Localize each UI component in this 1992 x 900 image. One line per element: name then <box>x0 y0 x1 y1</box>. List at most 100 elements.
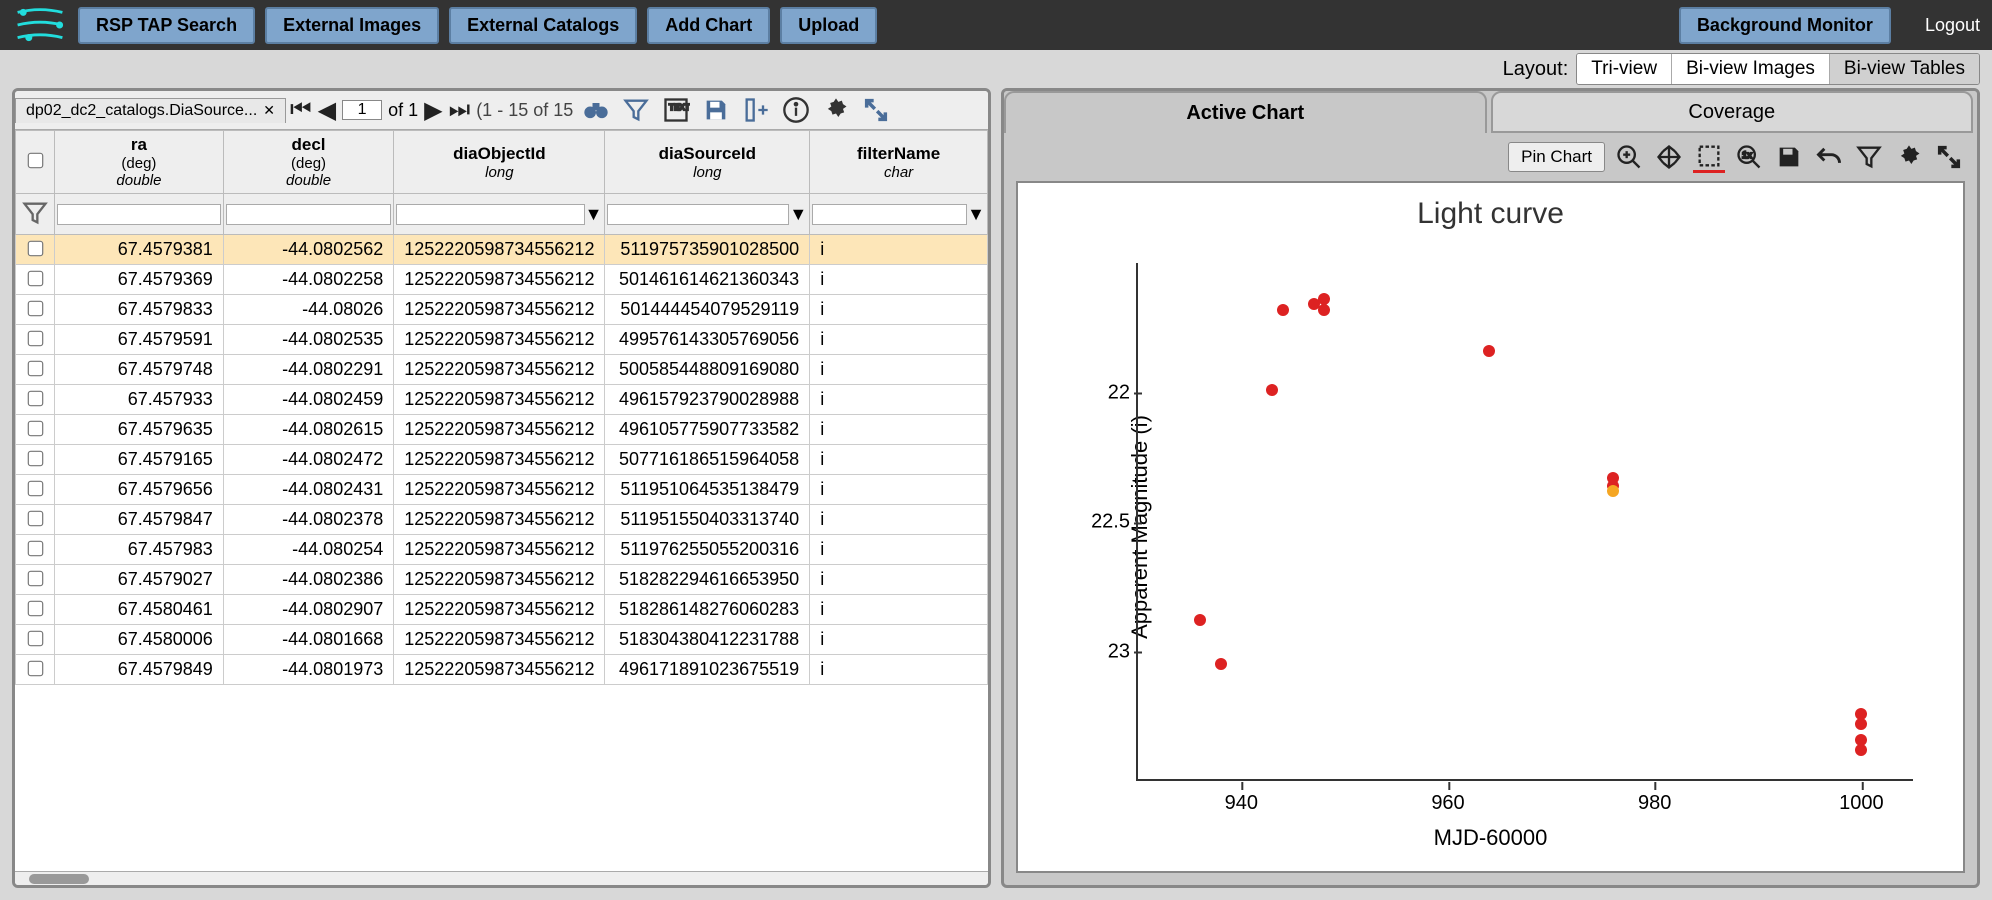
settings-icon[interactable] <box>819 93 853 127</box>
row-checkbox[interactable] <box>27 661 43 677</box>
tap-search-button[interactable]: RSP TAP Search <box>78 7 255 44</box>
row-checkbox[interactable] <box>27 391 43 407</box>
page-input[interactable] <box>342 100 382 120</box>
table-row[interactable]: 67.4579591 -44.0802535 12522205987345562… <box>16 325 988 355</box>
filter-decl[interactable] <box>226 204 391 225</box>
filter-ra[interactable] <box>57 204 221 225</box>
chart-settings-icon[interactable] <box>1893 141 1925 173</box>
table-row[interactable]: 67.457983 -44.080254 1252220598734556212… <box>16 535 988 565</box>
table-row[interactable]: 67.4580006 -44.0801668 12522205987345562… <box>16 625 988 655</box>
prev-page-icon[interactable]: ◀ <box>318 96 336 125</box>
data-point[interactable] <box>1855 744 1867 756</box>
chevron-down-icon[interactable]: ▼ <box>585 204 603 225</box>
table-row[interactable]: 67.457933 -44.0802459 125222059873455621… <box>16 385 988 415</box>
row-checkbox[interactable] <box>27 451 43 467</box>
layout-biview-tables[interactable]: Bi-view Tables <box>1830 54 1979 84</box>
data-point[interactable] <box>1266 384 1278 396</box>
chevron-down-icon[interactable]: ▼ <box>789 204 807 225</box>
save-icon[interactable] <box>699 93 733 127</box>
cell-src: 496157923790028988 <box>605 385 810 415</box>
filter-row-icon[interactable] <box>18 196 52 230</box>
table-tab[interactable]: dp02_dc2_catalogs.DiaSource... ✕ <box>15 98 286 123</box>
select-box-icon[interactable] <box>1693 141 1725 173</box>
cell-decl: -44.0802258 <box>223 265 393 295</box>
expand-icon[interactable] <box>859 93 893 127</box>
table-row[interactable]: 67.4579027 -44.0802386 12522205987345562… <box>16 565 988 595</box>
pin-chart-button[interactable]: Pin Chart <box>1508 142 1605 172</box>
x-axis-label: MJD-60000 <box>1434 825 1548 851</box>
background-monitor-button[interactable]: Background Monitor <box>1679 7 1891 44</box>
filter-diaobjectid[interactable] <box>396 204 584 225</box>
filter-filtername[interactable] <box>812 204 967 225</box>
row-checkbox[interactable] <box>27 241 43 257</box>
external-catalogs-button[interactable]: External Catalogs <box>449 7 637 44</box>
upload-button[interactable]: Upload <box>780 7 877 44</box>
last-page-icon[interactable]: ⏭ <box>449 96 471 124</box>
next-page-icon[interactable]: ▶ <box>424 96 442 125</box>
data-point[interactable] <box>1855 718 1867 730</box>
data-point[interactable] <box>1194 614 1206 626</box>
save-chart-icon[interactable] <box>1773 141 1805 173</box>
tab-coverage[interactable]: Coverage <box>1491 91 1974 133</box>
chart-filter-icon[interactable] <box>1853 141 1885 173</box>
row-checkbox[interactable] <box>27 331 43 347</box>
data-point[interactable] <box>1318 304 1330 316</box>
row-checkbox[interactable] <box>27 481 43 497</box>
col-diasourceid[interactable]: diaSourceIdlong <box>605 131 810 194</box>
table-row[interactable]: 67.4579381 -44.0802562 12522205987345562… <box>16 235 988 265</box>
table-row[interactable]: 67.4580461 -44.0802907 12522205987345562… <box>16 595 988 625</box>
table-row[interactable]: 67.4579748 -44.0802291 12522205987345562… <box>16 355 988 385</box>
table-row[interactable]: 67.4579369 -44.0802258 12522205987345562… <box>16 265 988 295</box>
cell-src: 518304380412231788 <box>605 625 810 655</box>
info-icon[interactable] <box>779 93 813 127</box>
row-checkbox[interactable] <box>27 541 43 557</box>
chevron-down-icon[interactable]: ▼ <box>967 204 985 225</box>
add-column-icon[interactable] <box>739 93 773 127</box>
filter-diasourceid[interactable] <box>607 204 789 225</box>
row-checkbox[interactable] <box>27 361 43 377</box>
binoculars-icon[interactable] <box>579 93 613 127</box>
row-checkbox[interactable] <box>27 421 43 437</box>
row-checkbox[interactable] <box>27 271 43 287</box>
cell-decl: -44.0802907 <box>223 595 393 625</box>
undo-icon[interactable] <box>1813 141 1845 173</box>
col-diaobjectid[interactable]: diaObjectIdlong <box>394 131 605 194</box>
layout-biview-images[interactable]: Bi-view Images <box>1672 54 1830 84</box>
zoom-in-icon[interactable] <box>1613 141 1645 173</box>
external-images-button[interactable]: External Images <box>265 7 439 44</box>
col-filtername[interactable]: filterNamechar <box>810 131 988 194</box>
col-decl[interactable]: decl(deg)double <box>223 131 393 194</box>
logout-link[interactable]: Logout <box>1925 15 1980 36</box>
select-all-checkbox[interactable] <box>27 153 43 169</box>
table-row[interactable]: 67.4579849 -44.0801973 12522205987345562… <box>16 655 988 685</box>
close-icon[interactable]: ✕ <box>263 102 275 119</box>
add-chart-button[interactable]: Add Chart <box>647 7 770 44</box>
table-row[interactable]: 67.4579847 -44.0802378 12522205987345562… <box>16 505 988 535</box>
text-view-icon[interactable]: TEXT <box>659 93 693 127</box>
first-page-icon[interactable]: ⏮ <box>290 96 312 124</box>
filter-icon[interactable] <box>619 93 653 127</box>
table-row[interactable]: 67.4579833 -44.08026 1252220598734556212… <box>16 295 988 325</box>
row-checkbox[interactable] <box>27 571 43 587</box>
data-point[interactable] <box>1277 304 1289 316</box>
tab-active-chart[interactable]: Active Chart <box>1004 91 1487 133</box>
row-checkbox[interactable] <box>27 301 43 317</box>
plot-area[interactable]: 9409609801000 <box>1138 263 1913 781</box>
chart-expand-icon[interactable] <box>1933 141 1965 173</box>
row-checkbox[interactable] <box>27 511 43 527</box>
data-point[interactable] <box>1607 485 1619 497</box>
row-checkbox[interactable] <box>27 601 43 617</box>
chart-area[interactable]: Light curve Apparent Magnitude (i) MJD-6… <box>1016 181 1965 873</box>
table-row[interactable]: 67.4579165 -44.0802472 12522205987345562… <box>16 445 988 475</box>
cell-decl: -44.08026 <box>223 295 393 325</box>
row-checkbox[interactable] <box>27 631 43 647</box>
pan-icon[interactable] <box>1653 141 1685 173</box>
table-row[interactable]: 67.4579656 -44.0802431 12522205987345562… <box>16 475 988 505</box>
table-row[interactable]: 67.4579635 -44.0802615 12522205987345562… <box>16 415 988 445</box>
layout-triview[interactable]: Tri-view <box>1577 54 1672 84</box>
zoom-reset-icon[interactable]: 1x <box>1733 141 1765 173</box>
horizontal-scrollbar[interactable] <box>15 871 988 885</box>
data-point[interactable] <box>1483 345 1495 357</box>
col-ra[interactable]: ra(deg)double <box>55 131 224 194</box>
data-point[interactable] <box>1215 658 1227 670</box>
